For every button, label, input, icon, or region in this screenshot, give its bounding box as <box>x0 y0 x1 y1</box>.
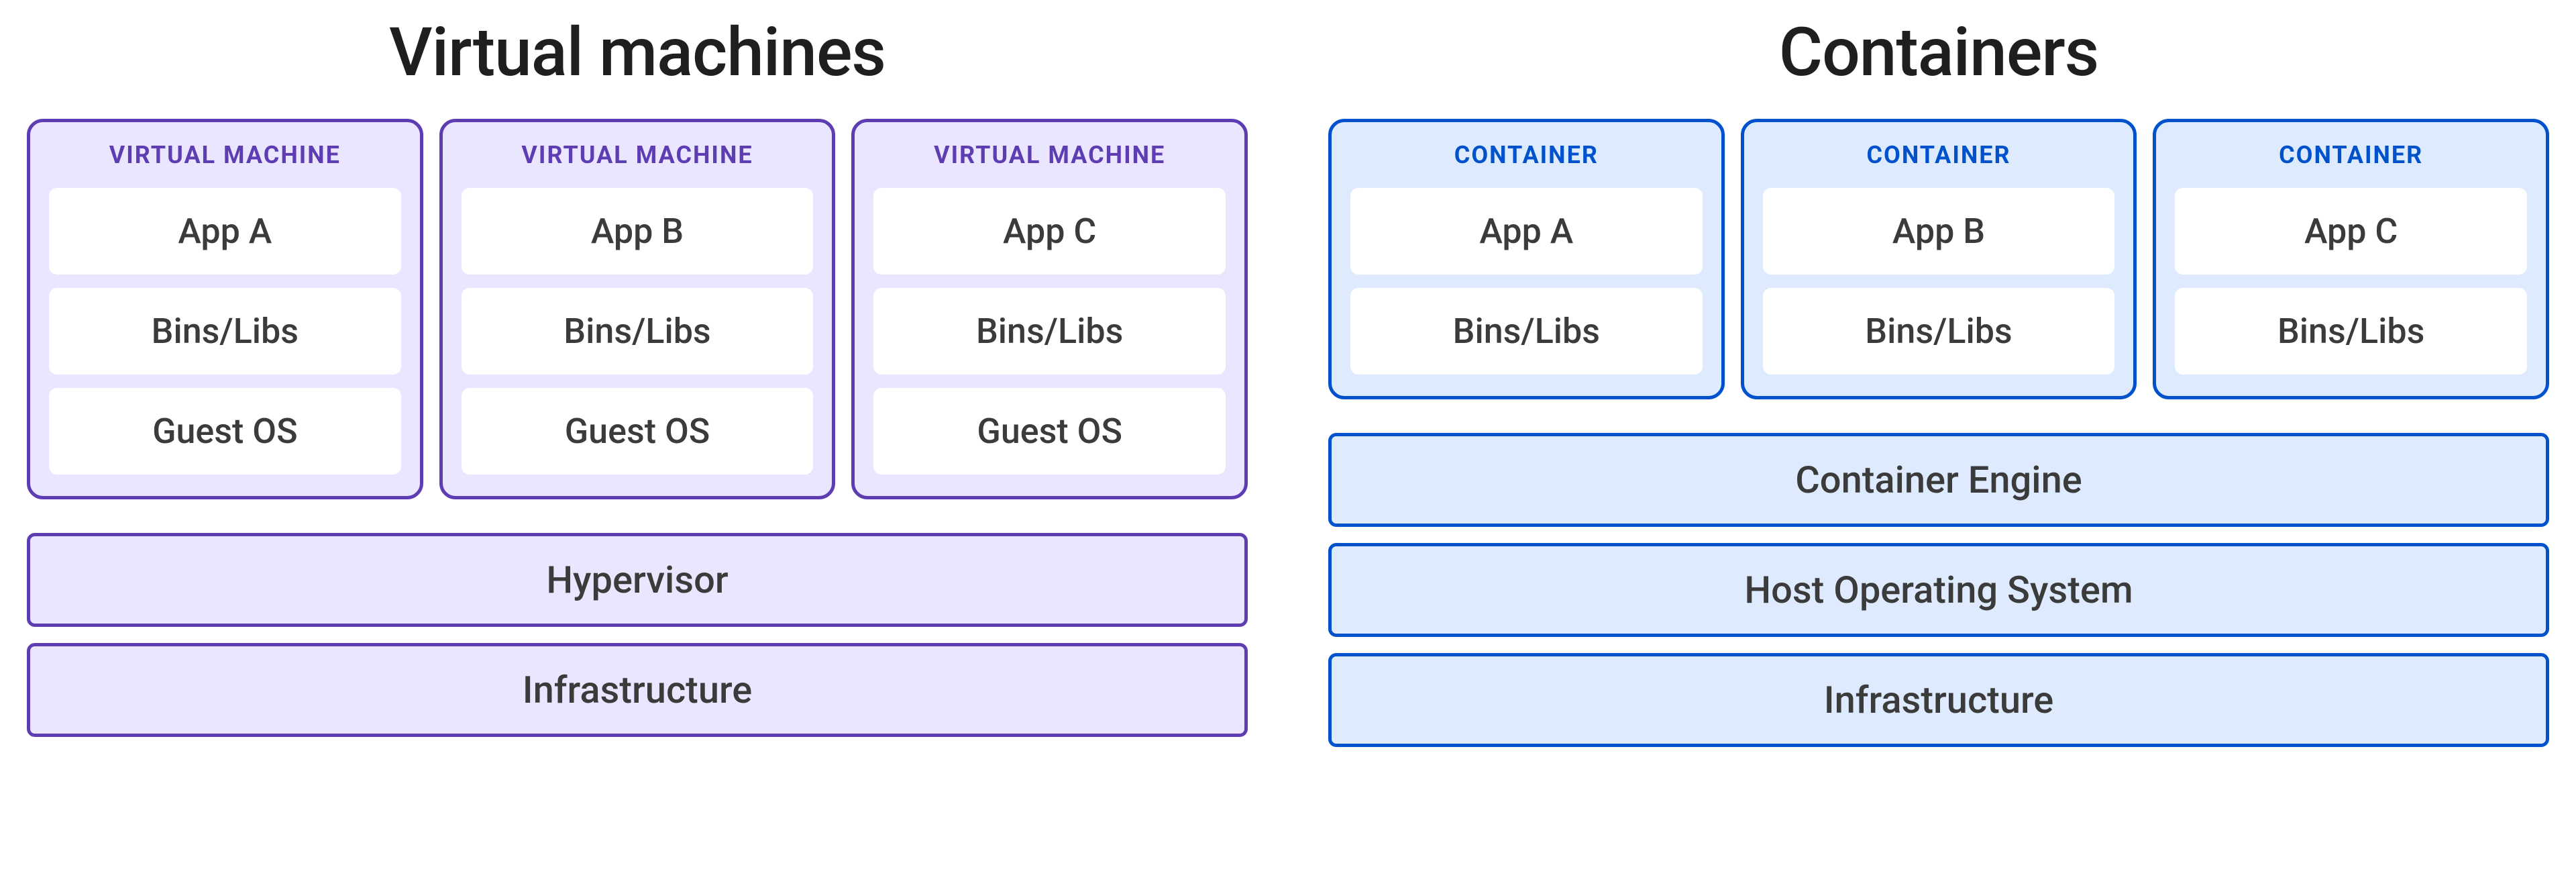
vm-unit: VIRTUAL MACHINE App A Bins/Libs Guest OS <box>27 119 423 499</box>
vm-guestos-box: Guest OS <box>49 388 401 475</box>
container-units-row: CONTAINER App A Bins/Libs CONTAINER App … <box>1328 119 2549 399</box>
container-unit: CONTAINER App C Bins/Libs <box>2153 119 2549 399</box>
vm-unit-header: VIRTUAL MACHINE <box>462 141 814 169</box>
vm-app-box: App A <box>49 188 401 275</box>
diagram-root: Virtual machines VIRTUAL MACHINE App A B… <box>27 13 2549 747</box>
container-title: Containers <box>1328 13 2549 92</box>
vm-guestos-box: Guest OS <box>462 388 814 475</box>
container-bins-box: Bins/Libs <box>2175 288 2527 375</box>
vm-bins-box: Bins/Libs <box>49 288 401 375</box>
vm-bins-box: Bins/Libs <box>462 288 814 375</box>
container-bins-box: Bins/Libs <box>1763 288 2115 375</box>
container-column: Containers CONTAINER App A Bins/Libs CON… <box>1328 13 2549 747</box>
vm-layers: Hypervisor Infrastructure <box>27 533 1248 737</box>
container-app-box: App C <box>2175 188 2527 275</box>
container-unit: CONTAINER App B Bins/Libs <box>1741 119 2137 399</box>
vm-unit-header: VIRTUAL MACHINE <box>49 141 401 169</box>
infrastructure-layer: Infrastructure <box>27 643 1248 737</box>
container-app-box: App A <box>1350 188 1703 275</box>
container-unit: CONTAINER App A Bins/Libs <box>1328 119 1725 399</box>
container-engine-layer: Container Engine <box>1328 433 2549 527</box>
vm-app-box: App C <box>873 188 1226 275</box>
container-app-box: App B <box>1763 188 2115 275</box>
vm-unit: VIRTUAL MACHINE App B Bins/Libs Guest OS <box>439 119 836 499</box>
vm-units-row: VIRTUAL MACHINE App A Bins/Libs Guest OS… <box>27 119 1248 499</box>
container-unit-header: CONTAINER <box>1350 141 1703 169</box>
vm-app-box: App B <box>462 188 814 275</box>
vm-unit-header: VIRTUAL MACHINE <box>873 141 1226 169</box>
infrastructure-layer: Infrastructure <box>1328 653 2549 747</box>
container-unit-header: CONTAINER <box>2175 141 2527 169</box>
vm-title: Virtual machines <box>27 13 1248 92</box>
vm-column: Virtual machines VIRTUAL MACHINE App A B… <box>27 13 1248 737</box>
host-os-layer: Host Operating System <box>1328 543 2549 637</box>
vm-guestos-box: Guest OS <box>873 388 1226 475</box>
container-bins-box: Bins/Libs <box>1350 288 1703 375</box>
container-unit-header: CONTAINER <box>1763 141 2115 169</box>
hypervisor-layer: Hypervisor <box>27 533 1248 627</box>
container-layers: Container Engine Host Operating System I… <box>1328 433 2549 747</box>
vm-bins-box: Bins/Libs <box>873 288 1226 375</box>
vm-unit: VIRTUAL MACHINE App C Bins/Libs Guest OS <box>851 119 1248 499</box>
